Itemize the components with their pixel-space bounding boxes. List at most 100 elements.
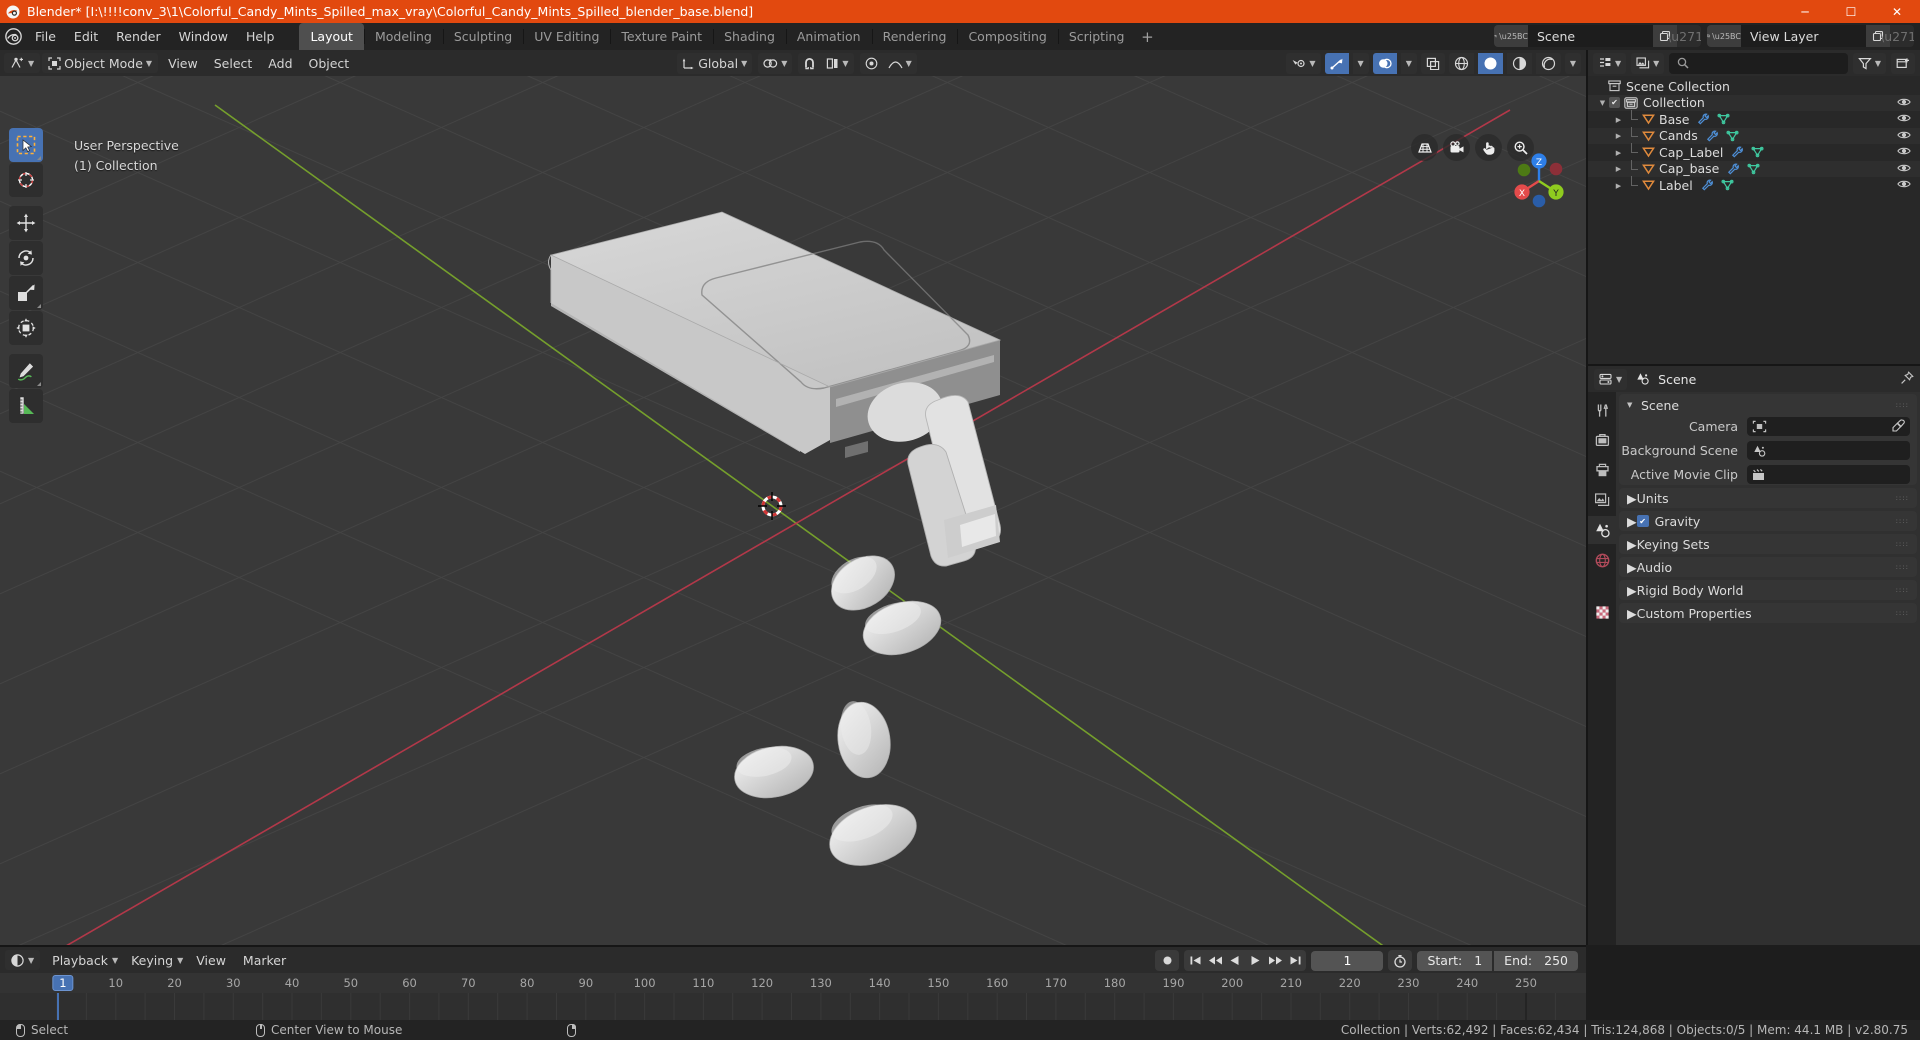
annotate-tool[interactable] <box>9 354 43 388</box>
properties-tab-tool[interactable] <box>1588 396 1616 424</box>
jump-to-start-button[interactable] <box>1186 951 1204 970</box>
modifier-icon[interactable] <box>1727 163 1740 175</box>
eyedropper-icon[interactable] <box>1892 418 1905 435</box>
remove-view-layer-button[interactable]: \u2715 <box>1880 25 1914 47</box>
scale-tool[interactable] <box>9 276 43 310</box>
end-frame-input[interactable]: End: 250 <box>1494 950 1578 971</box>
menu-window[interactable]: Window <box>170 27 237 47</box>
outliner-row-collection[interactable]: Collection <box>1588 94 1920 111</box>
custom-properties-panel[interactable]: ▶ Custom Properties :::: <box>1619 603 1917 623</box>
object-visibility-icon[interactable] <box>1897 112 1911 127</box>
editor-type-selector[interactable]: ▼ <box>4 53 41 73</box>
properties-tab-output[interactable] <box>1588 456 1616 484</box>
maximize-button[interactable]: ☐ <box>1828 0 1874 23</box>
mesh-data-icon[interactable] <box>1726 130 1739 142</box>
keying-sets-panel-header[interactable]: ▶ Keying Sets :::: <box>1619 534 1917 554</box>
shading-material-preview-button[interactable] <box>1506 53 1532 74</box>
current-frame-indicator[interactable]: 1 <box>52 975 74 991</box>
scene-panel-header[interactable]: ▼ Scene :::: <box>1619 394 1917 416</box>
workspace-tab-shading[interactable]: Shading <box>713 23 786 50</box>
properties-tab-scene[interactable] <box>1588 516 1616 544</box>
viewport-menu-object[interactable]: Object <box>301 53 358 73</box>
workspace-tab-compositing[interactable]: Compositing <box>957 23 1057 50</box>
rigid-body-world-panel[interactable]: ▶ Rigid Body World :::: <box>1619 580 1917 600</box>
proportional-falloff-selector[interactable]: ▼ <box>882 52 917 74</box>
audio-panel-header[interactable]: ▶ Audio :::: <box>1619 557 1917 577</box>
object-disclosure-icon[interactable] <box>1612 115 1625 124</box>
outliner-row-scene-collection[interactable]: Scene Collection <box>1588 78 1920 95</box>
pan-view-icon[interactable] <box>1475 134 1502 161</box>
menu-edit[interactable]: Edit <box>65 27 107 47</box>
timeline-track-area[interactable] <box>0 993 1586 1020</box>
modifier-icon[interactable] <box>1706 130 1719 142</box>
modifier-icon[interactable] <box>1731 146 1744 158</box>
play-button[interactable] <box>1246 951 1264 970</box>
use-preview-range-toggle[interactable] <box>1388 950 1413 971</box>
timeline-menu-playback[interactable]: Playback <box>45 950 115 970</box>
gravity-checkbox[interactable] <box>1636 515 1649 527</box>
properties-editor-type-selector[interactable]: ▼ <box>1594 368 1628 390</box>
object-disclosure-icon[interactable] <box>1612 181 1625 190</box>
object-visibility-icon[interactable] <box>1897 145 1911 160</box>
properties-tab-render[interactable] <box>1588 426 1616 454</box>
current-frame-input[interactable]: 1 <box>1311 950 1384 971</box>
gizmo-options-selector[interactable]: ▼ <box>1352 53 1369 74</box>
view-layer-selector[interactable]: \u25BC View Layer \u2715 <box>1707 25 1914 47</box>
minimize-button[interactable]: ─ <box>1782 0 1828 23</box>
background-scene-field[interactable] <box>1747 441 1910 460</box>
camera-view-icon[interactable] <box>1443 134 1470 161</box>
close-button[interactable]: ✕ <box>1874 0 1920 23</box>
outliner-filter-button[interactable]: ▼ <box>1852 52 1886 74</box>
units-panel-header[interactable]: ▶ Units :::: <box>1619 488 1917 508</box>
collection-checkbox[interactable] <box>1609 97 1620 109</box>
outliner-editor[interactable]: ▼ ▼ ▼ Scene Collection ▼ ✔ Collection ▶ … <box>1588 50 1920 364</box>
object-visibility-icon[interactable] <box>1897 129 1911 144</box>
outliner-row-object-label[interactable]: Label <box>1588 176 1920 194</box>
overlay-options-selector[interactable]: ▼ <box>1400 53 1417 74</box>
object-name-cap-base[interactable]: Cap_base <box>1659 161 1719 176</box>
workspace-tab-scripting[interactable]: Scripting <box>1057 23 1136 50</box>
timeline-menu-keying[interactable]: Keying <box>124 950 180 970</box>
show-overlays-toggle[interactable] <box>1372 53 1397 74</box>
workspace-tab-uv-editing[interactable]: UV Editing <box>523 23 610 50</box>
view-layer-name[interactable]: View Layer <box>1741 25 1866 47</box>
jump-to-prev-keyframe-button[interactable] <box>1206 951 1224 970</box>
object-disclosure-icon[interactable] <box>1612 131 1625 140</box>
timeline-playhead[interactable] <box>57 993 59 1020</box>
workspace-tab-texture-paint[interactable]: Texture Paint <box>610 23 713 50</box>
workspace-tab-layout[interactable]: Layout <box>299 23 364 50</box>
scene-selector[interactable]: \u25BC Scene \u2715 <box>1494 25 1701 47</box>
timeline-ruler[interactable]: 10 20 30 40 50 60 70 80 90 100 110 120 130 140 150 160 1… <box>0 973 1586 993</box>
xray-toggle[interactable] <box>1420 53 1445 74</box>
object-disclosure-icon[interactable] <box>1612 164 1625 173</box>
unlink-scene-button[interactable]: \u2715 <box>1667 25 1701 47</box>
keying-sets-panel[interactable]: ▶ Keying Sets :::: <box>1619 534 1917 554</box>
viewport-menu-add[interactable]: Add <box>260 53 300 73</box>
transform-orientation-selector[interactable]: Global ▼ <box>677 52 753 74</box>
modifier-icon[interactable] <box>1697 113 1710 125</box>
scene-name[interactable]: Scene <box>1528 25 1653 47</box>
interaction-mode-selector[interactable]: Object Mode ▼ <box>42 53 159 73</box>
pin-icon[interactable] <box>1900 370 1914 388</box>
object-name-cands[interactable]: Cands <box>1659 128 1698 143</box>
collection-disclosure-icon[interactable] <box>1596 98 1609 107</box>
jump-to-next-keyframe-button[interactable] <box>1266 951 1284 970</box>
workspace-tab-sculpting[interactable]: Sculpting <box>442 23 523 50</box>
units-panel[interactable]: ▶ Units :::: <box>1619 488 1917 508</box>
transform-tool[interactable] <box>9 311 43 345</box>
mesh-data-icon[interactable] <box>1717 113 1731 125</box>
object-disclosure-icon[interactable] <box>1612 148 1625 157</box>
menu-render[interactable]: Render <box>107 27 170 47</box>
outliner-row-object-cap-base[interactable]: Cap_base <box>1588 159 1920 177</box>
object-name-base[interactable]: Base <box>1659 112 1689 127</box>
move-tool[interactable] <box>9 206 43 240</box>
auto-keying-toggle[interactable] <box>1155 950 1180 971</box>
collection-visibility-icon[interactable] <box>1897 96 1911 111</box>
object-type-visibility-selector[interactable]: ▼ <box>1286 53 1321 74</box>
pivot-point-selector[interactable]: ▼ <box>758 52 793 74</box>
outliner-new-collection-button[interactable] <box>1891 52 1915 74</box>
cursor-tool[interactable] <box>9 163 43 197</box>
blender-menu-icon[interactable] <box>0 23 26 50</box>
object-visibility-icon[interactable] <box>1897 162 1911 177</box>
rigid-body-world-panel-header[interactable]: ▶ Rigid Body World :::: <box>1619 580 1917 600</box>
